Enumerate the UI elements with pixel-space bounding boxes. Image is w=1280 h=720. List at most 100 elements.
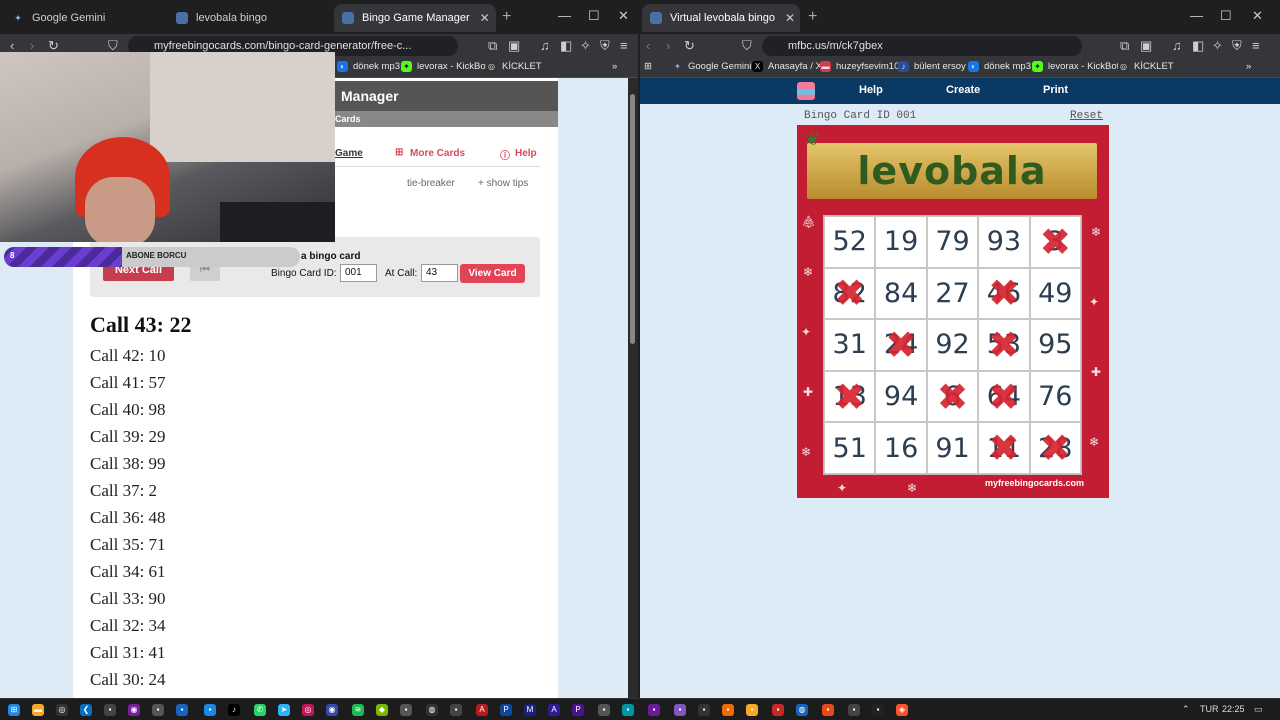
bingo-cell[interactable]: 28 ✖ xyxy=(1029,422,1081,474)
tab-google-gemini[interactable]: ✦ Google Gemini xyxy=(4,4,164,32)
file-explorer-icon[interactable]: ▬ xyxy=(32,704,44,716)
app-icon[interactable]: ▪ xyxy=(400,704,412,716)
app-icon[interactable]: ▪ xyxy=(622,704,634,716)
browser-icon[interactable]: ◎ xyxy=(56,704,68,716)
app-icon[interactable]: ▪ xyxy=(698,704,710,716)
app-icon[interactable]: ▪ xyxy=(152,704,164,716)
shield-icon[interactable]: ⛨ xyxy=(1232,37,1242,55)
bingo-cell[interactable]: 79 xyxy=(926,216,979,268)
media-icon[interactable]: ♫ xyxy=(540,37,550,55)
bingo-cell[interactable]: 19 xyxy=(875,216,927,268)
forward-icon[interactable]: › xyxy=(666,37,670,55)
bingo-cell[interactable]: 6 ✖ xyxy=(926,370,979,423)
more-cards-link[interactable]: More Cards xyxy=(410,148,465,159)
start-icon[interactable]: ⊞ xyxy=(8,704,20,716)
extensions-icon[interactable]: ⧉ xyxy=(1120,37,1129,55)
bingo-cell[interactable]: 94 xyxy=(875,370,927,423)
show-tips-link[interactable]: + show tips xyxy=(478,178,528,189)
sidebar-icon[interactable]: ◧ xyxy=(560,37,572,55)
view-card-button[interactable]: View Card xyxy=(460,264,525,283)
shield-icon[interactable]: ⛨ xyxy=(600,37,610,55)
bingo-cell[interactable]: 52 xyxy=(824,216,876,268)
sidebar-icon[interactable]: ◧ xyxy=(1192,37,1204,55)
app-icon[interactable]: ▪ xyxy=(176,704,188,716)
bingo-cell[interactable]: 82 ✖ xyxy=(824,267,876,320)
app-icon[interactable]: ▪ xyxy=(872,704,884,716)
bingo-cell[interactable]: 95 xyxy=(1029,319,1081,371)
app-icon[interactable]: ▪ xyxy=(450,704,462,716)
bookmark-kicklet[interactable]: ◎ KİCKLET xyxy=(1118,61,1174,72)
extensions-icon[interactable]: ⧉ xyxy=(488,37,497,55)
tab-virtual-levobala-bingo[interactable]: Virtual levobala bingo ✕ xyxy=(642,4,800,32)
app-icon[interactable]: ▪ xyxy=(204,704,216,716)
app-icon[interactable]: ▪ xyxy=(674,704,686,716)
tray-chevron-icon[interactable]: ⌃ xyxy=(1182,704,1190,715)
bingo-cell[interactable]: 49 xyxy=(1029,267,1081,320)
close-window-icon[interactable]: ✕ xyxy=(618,8,629,24)
maximize-icon[interactable]: ☐ xyxy=(1220,8,1232,24)
app-icon[interactable]: ▪ xyxy=(848,704,860,716)
bingo-cell[interactable]: 51 xyxy=(824,422,876,474)
bingo-cell[interactable]: 3 ✖ xyxy=(1029,216,1081,268)
more-bookmarks-icon[interactable]: » xyxy=(612,61,617,72)
app-icon[interactable]: ▪ xyxy=(822,704,834,716)
scrollbar-thumb[interactable] xyxy=(630,94,635,344)
nvidia-icon[interactable]: ◆ xyxy=(376,704,388,716)
media-encoder-icon[interactable]: M xyxy=(524,704,536,716)
assistant-icon[interactable]: ✧ xyxy=(580,37,591,55)
minimize-icon[interactable]: — xyxy=(1190,8,1203,23)
instagram-icon[interactable]: ◎ xyxy=(302,704,314,716)
bookmark-anasayfa-x[interactable]: X Anasayfa / X xyxy=(752,61,822,72)
premiere-icon[interactable]: P xyxy=(572,704,584,716)
bingo-cell[interactable]: 91 xyxy=(926,422,979,474)
steam-icon[interactable]: ◍ xyxy=(796,704,808,716)
clock[interactable]: 22:25 xyxy=(1222,704,1245,714)
bingo-cell[interactable]: 27 xyxy=(926,267,979,320)
tab-levobala-bingo[interactable]: levobala bingo xyxy=(168,4,330,32)
game-link[interactable]: Game xyxy=(335,148,363,159)
after-effects-icon[interactable]: A xyxy=(548,704,560,716)
app-icon[interactable]: ▪ xyxy=(598,704,610,716)
bingo-cell[interactable]: 24 ✖ xyxy=(875,319,927,371)
app-icon[interactable]: ▪ xyxy=(648,704,660,716)
app-icon[interactable]: ▪ xyxy=(722,704,734,716)
new-tab-icon[interactable]: + xyxy=(502,8,511,26)
bookmark-google-gemini[interactable]: ✦ Google Gemini xyxy=(672,61,751,72)
bookmark-kicklet[interactable]: ◎ KİCKLET xyxy=(486,61,542,72)
screenshot-icon[interactable]: ▣ xyxy=(1140,37,1152,55)
tiktok-icon[interactable]: ♪ xyxy=(228,704,240,716)
media-icon[interactable]: ♫ xyxy=(1172,37,1182,55)
spotify-icon[interactable]: ≋ xyxy=(352,704,364,716)
apps-grid-icon[interactable]: ⊞ xyxy=(644,61,652,72)
bookmark-levorax-kickbot[interactable]: ✦ levorax - KickBot xyxy=(401,61,488,72)
bingo-cell[interactable]: 13 ✖ xyxy=(824,370,876,423)
vscode-icon[interactable]: ❮ xyxy=(80,704,92,716)
minimize-icon[interactable]: — xyxy=(558,8,571,23)
bingo-cell[interactable]: 92 xyxy=(926,319,979,371)
notifications-icon[interactable]: ▭ xyxy=(1254,704,1263,715)
photoshop-icon[interactable]: P xyxy=(500,704,512,716)
help-link[interactable]: Help xyxy=(515,148,537,159)
bingo-cell[interactable]: 46 ✖ xyxy=(978,267,1030,320)
reset-link[interactable]: Reset xyxy=(1070,110,1103,122)
language-indicator[interactable]: TUR xyxy=(1200,704,1219,714)
bingo-cell[interactable]: 64 ✖ xyxy=(978,370,1030,423)
app-icon[interactable]: ▪ xyxy=(104,704,116,716)
tab-bingo-game-manager[interactable]: Bingo Game Manager ✕ xyxy=(334,4,496,32)
new-tab-icon[interactable]: + xyxy=(808,8,817,26)
more-bookmarks-icon[interactable]: » xyxy=(1246,61,1251,72)
bookmark-donek-mp3[interactable]: ◐ dönek mp3 xyxy=(337,61,400,72)
bookmark-huzeyfsevim10[interactable]: ▬ huzeyfsevim10 xyxy=(820,61,899,72)
close-tab-icon[interactable]: ✕ xyxy=(775,11,795,25)
app-icon[interactable]: ◉ xyxy=(128,704,140,716)
reload-icon[interactable]: ↻ xyxy=(684,37,695,55)
obs-icon[interactable]: ◍ xyxy=(426,704,438,716)
brave-icon[interactable]: ◈ xyxy=(896,704,908,716)
nav-create[interactable]: Create xyxy=(946,84,980,96)
illustrator-icon[interactable]: A xyxy=(476,704,488,716)
nav-help[interactable]: Help xyxy=(859,84,883,96)
card-id-input[interactable]: 001 xyxy=(340,264,377,282)
nav-print[interactable]: Print xyxy=(1043,84,1068,96)
maximize-icon[interactable]: ☐ xyxy=(588,8,600,24)
close-window-icon[interactable]: ✕ xyxy=(1252,8,1263,24)
